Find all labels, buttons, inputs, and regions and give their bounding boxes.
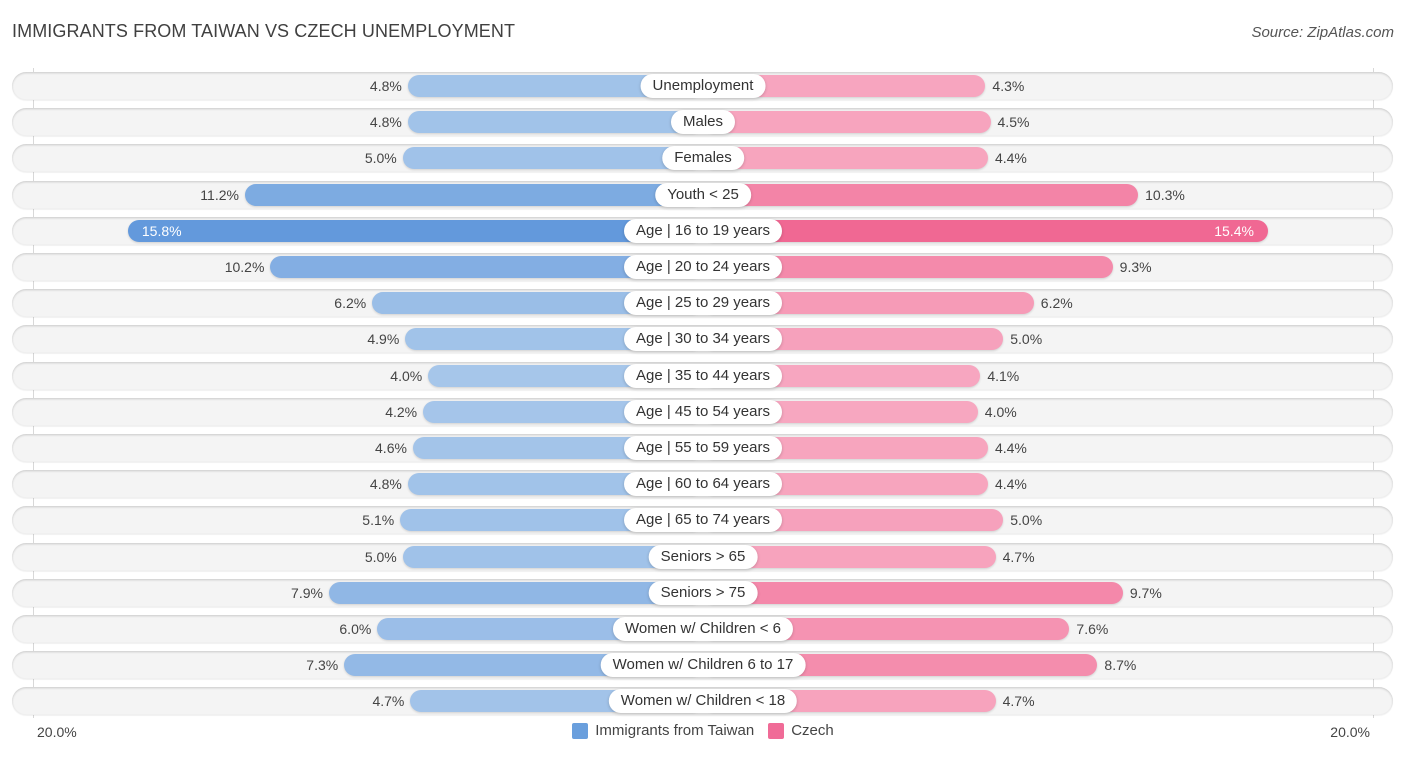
category-label: Age | 60 to 64 years	[624, 472, 782, 497]
bar-taiwan[interactable]	[402, 147, 703, 170]
bar-taiwan[interactable]	[328, 581, 703, 604]
chart: IMMIGRANTS FROM TAIWAN VS CZECH UNEMPLOY…	[0, 0, 1406, 757]
value-label-taiwan: 4.7%	[372, 693, 405, 710]
category-label: Age | 16 to 19 years	[624, 218, 782, 243]
category-label: Women w/ Children 6 to 17	[600, 653, 806, 678]
value-label-czech: 4.5%	[997, 114, 1030, 131]
category-label: Women w/ Children < 18	[608, 689, 798, 714]
value-label-czech: 6.2%	[1040, 295, 1073, 312]
category-label: Unemployment	[640, 74, 766, 98]
value-label-czech: 4.1%	[987, 367, 1020, 384]
value-label-taiwan: 4.6%	[375, 440, 407, 456]
category-label: Males	[670, 110, 736, 135]
value-label-czech: 4.7%	[1002, 548, 1035, 565]
value-label-czech: 9.7%	[1129, 584, 1162, 601]
value-label-czech: 4.4%	[994, 440, 1027, 456]
value-label-taiwan: 6.0%	[339, 621, 372, 637]
bar-taiwan[interactable]	[407, 111, 703, 134]
value-label-czech: 4.4%	[994, 150, 1027, 167]
category-label: Women w/ Children < 6	[612, 617, 794, 641]
value-label-czech: 10.3%	[1145, 186, 1185, 203]
category-label: Age | 65 to 74 years	[624, 508, 782, 533]
category-label: Age | 55 to 59 years	[624, 436, 782, 460]
value-label-taiwan: 4.8%	[369, 476, 402, 493]
chart-title: IMMIGRANTS FROM TAIWAN VS CZECH UNEMPLOY…	[12, 21, 516, 41]
value-label-taiwan: 4.9%	[367, 331, 400, 348]
bar-taiwan[interactable]	[244, 183, 703, 206]
value-label-taiwan: 5.0%	[364, 548, 397, 565]
value-label-czech: 4.7%	[1002, 693, 1035, 710]
category-label: Seniors > 75	[648, 580, 758, 605]
category-label: Seniors > 65	[648, 544, 758, 569]
value-label-czech: 5.0%	[1010, 512, 1043, 529]
value-label-taiwan: 4.8%	[369, 114, 402, 131]
value-label-taiwan: 4.0%	[390, 367, 423, 384]
bar-czech[interactable]	[703, 111, 991, 134]
value-label-czech: 4.3%	[992, 78, 1025, 94]
value-label-czech: 7.6%	[1076, 621, 1109, 637]
value-label-taiwan: 6.2%	[334, 295, 367, 312]
value-label-taiwan: 4.2%	[385, 403, 418, 420]
value-label-czech: 4.4%	[994, 476, 1027, 493]
value-label-taiwan: 15.8%	[141, 222, 182, 239]
category-label: Age | 35 to 44 years	[624, 363, 782, 388]
value-label-taiwan: 7.9%	[291, 584, 323, 601]
value-label-czech: 9.3%	[1119, 259, 1152, 275]
value-label-taiwan: 5.1%	[362, 512, 395, 529]
value-label-czech: 4.0%	[984, 403, 1017, 420]
legend-swatch-taiwan	[572, 722, 589, 739]
value-label-czech: 5.0%	[1010, 331, 1043, 348]
bar-czech[interactable]	[703, 183, 1139, 206]
value-label-taiwan: 10.2%	[224, 259, 265, 275]
category-label: Age | 25 to 29 years	[624, 291, 782, 316]
bar-czech[interactable]	[703, 147, 988, 170]
source-label: Source: ZipAtlas.com	[1251, 24, 1394, 41]
category-label: Age | 30 to 34 years	[624, 327, 782, 352]
value-label-czech: 8.7%	[1104, 657, 1137, 674]
legend-label-taiwan: Immigrants from Taiwan	[595, 722, 755, 739]
value-label-taiwan: 11.2%	[200, 186, 239, 203]
value-label-czech: 15.4%	[1214, 222, 1254, 239]
value-label-taiwan: 4.8%	[369, 78, 402, 94]
value-label-taiwan: 5.0%	[364, 150, 397, 167]
legend: Immigrants from Taiwan Czech	[0, 722, 1406, 739]
value-label-taiwan: 7.3%	[306, 657, 339, 674]
bar-czech[interactable]	[703, 581, 1123, 604]
legend-swatch-czech	[768, 722, 785, 739]
bar-taiwan[interactable]	[127, 219, 703, 242]
legend-item-taiwan[interactable]: Immigrants from Taiwan	[572, 722, 754, 739]
category-label: Females	[662, 146, 744, 171]
category-label: Age | 45 to 54 years	[624, 399, 782, 424]
category-label: Age | 20 to 24 years	[624, 255, 782, 279]
bar-czech[interactable]	[703, 219, 1268, 242]
category-label: Youth < 25	[655, 182, 751, 207]
legend-item-czech[interactable]: Czech	[768, 722, 834, 739]
legend-label-czech: Czech	[791, 722, 834, 739]
